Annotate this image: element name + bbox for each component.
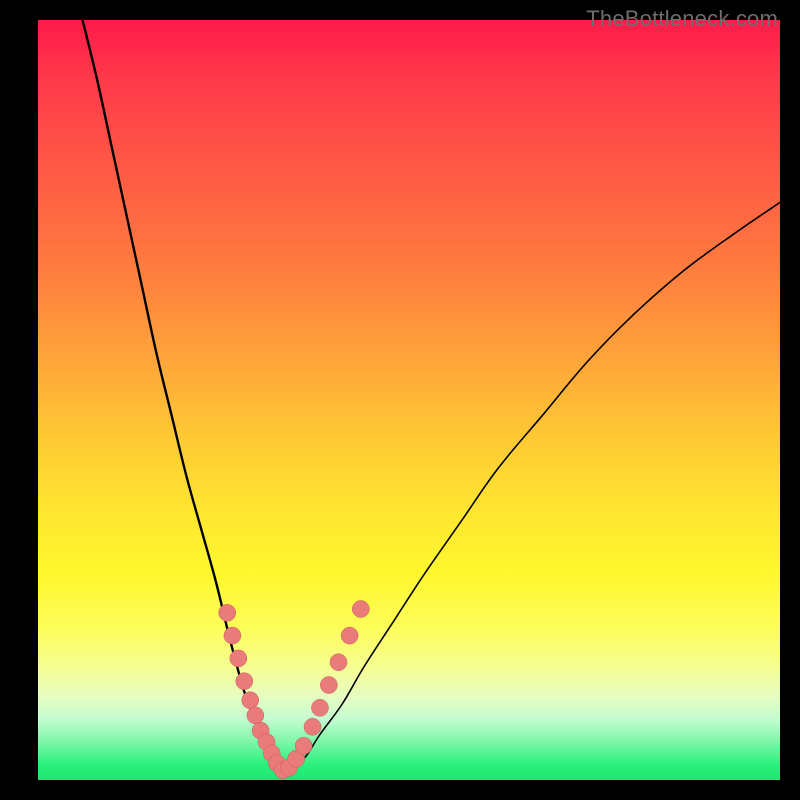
watermark-text: TheBottleneck.com (586, 6, 778, 32)
chart-frame: TheBottleneck.com (0, 0, 800, 800)
plot-area (38, 20, 780, 780)
